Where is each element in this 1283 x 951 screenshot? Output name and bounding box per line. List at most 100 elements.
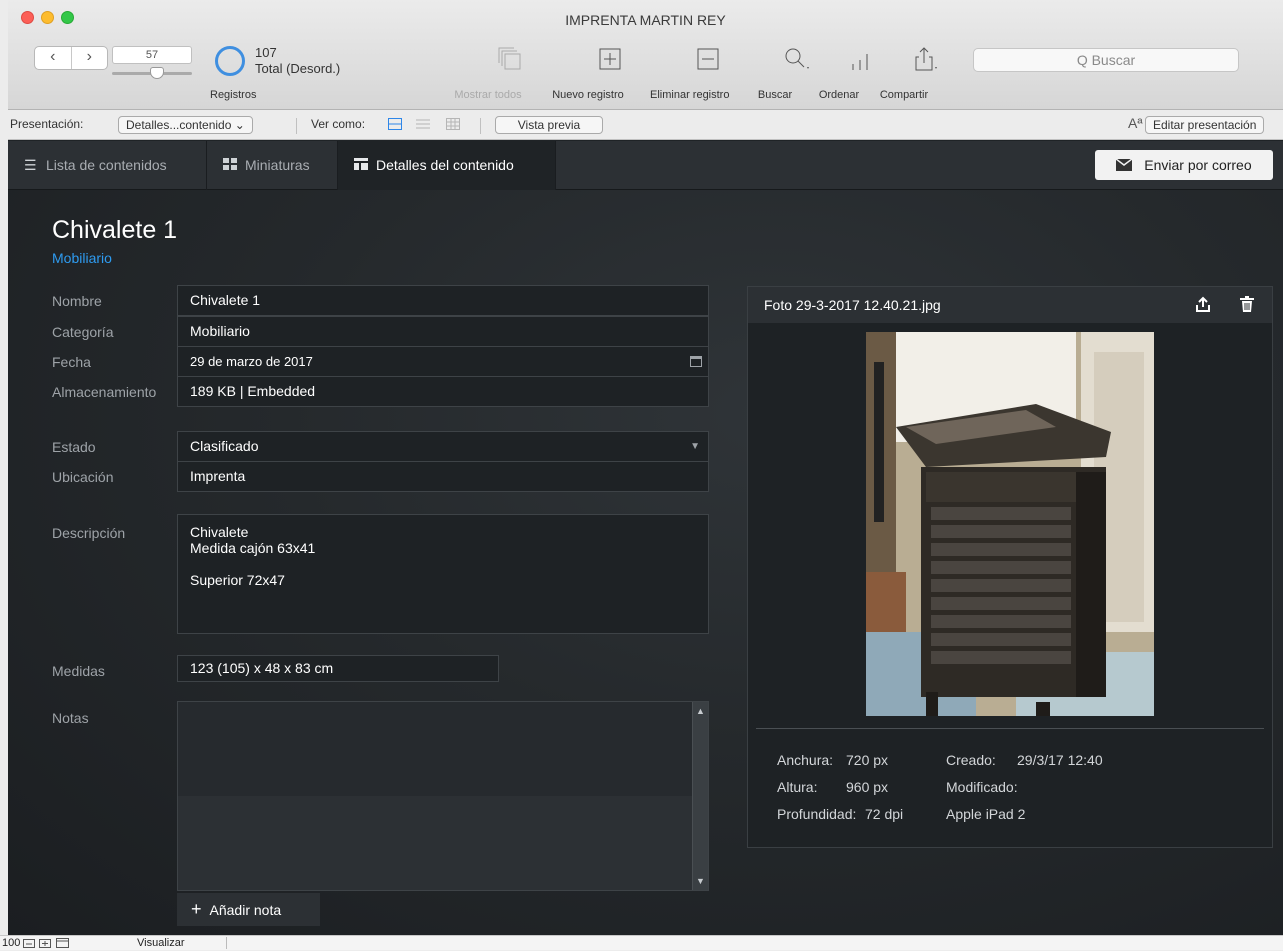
- height-value: 960 px: [846, 779, 889, 795]
- next-record-button[interactable]: ›: [72, 47, 108, 69]
- scroll-down-icon[interactable]: ▼: [696, 876, 705, 886]
- measurements-label: Medidas: [52, 663, 105, 679]
- app-window: IMPRENTA MARTIN REY ‹ › 57 107 Total (De…: [8, 0, 1283, 935]
- previous-record-button[interactable]: ‹: [35, 47, 72, 69]
- category-label: Categoría: [52, 324, 114, 340]
- form-view-icon[interactable]: [388, 118, 402, 133]
- plus-icon: +: [191, 899, 202, 919]
- show-all-button[interactable]: Mostrar todos: [454, 46, 528, 101]
- created-label: Creado:: [946, 752, 996, 768]
- device-value: Apple iPad 2: [946, 806, 1026, 822]
- status-label: Estado: [52, 439, 96, 455]
- dropdown-arrow-icon: ▼: [690, 441, 700, 452]
- notes-label: Notas: [52, 710, 89, 726]
- divider: [480, 118, 481, 134]
- location-label: Ubicación: [52, 469, 114, 485]
- new-record-button[interactable]: Nuevo registro: [552, 46, 628, 101]
- storage-field: 189 KB | Embedded: [177, 376, 709, 407]
- view-as-label: Ver como:: [311, 117, 366, 131]
- sort-bars-icon: [843, 46, 879, 78]
- tab-thumbnails[interactable]: Miniaturas: [207, 141, 338, 190]
- divider: [756, 728, 1264, 729]
- layout-select[interactable]: Detalles...contenido ⌄: [118, 116, 253, 134]
- chevron-down-icon: ⌄: [234, 118, 245, 132]
- record-detail: Chivalete 1 Mobiliario Nombre Chivalete …: [8, 190, 1283, 935]
- date-label: Fecha: [52, 354, 91, 370]
- created-value: 29/3/17 12:40: [1017, 752, 1103, 768]
- search-input[interactable]: Q Buscar: [973, 48, 1239, 72]
- depth-value: 72 dpi: [865, 806, 904, 822]
- toggle-toolbar-icon[interactable]: [56, 938, 69, 951]
- share-button[interactable]: Compartir: [880, 46, 944, 101]
- modified-label: Modificado:: [946, 779, 1018, 795]
- share-icon: [908, 46, 944, 78]
- font-size-icon[interactable]: Aª: [1128, 115, 1143, 131]
- notes-scrollbar[interactable]: ▲ ▼: [692, 702, 708, 890]
- status-bar: 100 Visualizar: [0, 935, 1283, 950]
- height-label: Altura:: [777, 779, 818, 795]
- delete-record-button[interactable]: Eliminar registro: [650, 46, 729, 101]
- name-field[interactable]: Chivalete 1: [177, 285, 709, 316]
- record-navigation: ‹ ›: [34, 46, 108, 70]
- description-label: Descripción: [52, 525, 126, 541]
- toolbar: IMPRENTA MARTIN REY ‹ › 57 107 Total (De…: [8, 0, 1283, 110]
- measurements-field[interactable]: 123 (105) x 48 x 83 cm: [177, 655, 499, 682]
- description-field[interactable]: Chivalete Medida cajón 63x41 Superior 72…: [177, 514, 709, 634]
- name-label: Nombre: [52, 293, 102, 309]
- show-all-icon: [492, 46, 528, 78]
- tab-content-list[interactable]: ☰ Lista de contenidos: [8, 141, 207, 190]
- record-category-link[interactable]: Mobiliario: [52, 250, 112, 266]
- layout-label: Presentación:: [10, 117, 84, 131]
- preview-button[interactable]: Vista previa: [495, 116, 603, 134]
- photo-image[interactable]: [866, 332, 1154, 716]
- category-field[interactable]: Mobiliario: [177, 316, 709, 347]
- grid-icon: [223, 141, 245, 190]
- table-view-icon[interactable]: [446, 118, 460, 133]
- total-records-count: 107: [255, 45, 277, 60]
- trash-icon[interactable]: [1240, 287, 1254, 323]
- record-count-pie-icon: [215, 46, 245, 76]
- storage-label: Almacenamiento: [52, 384, 157, 400]
- magnifier-icon: [779, 46, 815, 78]
- note-row: [178, 796, 692, 890]
- list-view-icon[interactable]: [416, 118, 430, 133]
- find-button[interactable]: Buscar: [758, 46, 815, 101]
- zoom-level[interactable]: 100: [2, 937, 20, 949]
- view-tabs: ☰ Lista de contenidos Miniaturas Detalles…: [8, 141, 1283, 190]
- envelope-icon: [1115, 157, 1144, 173]
- divider: [226, 937, 227, 949]
- width-label: Anchura:: [777, 752, 834, 768]
- sort-button[interactable]: Ordenar: [819, 46, 879, 101]
- edit-layout-button[interactable]: Editar presentación: [1145, 116, 1265, 134]
- zoom-in-icon[interactable]: [39, 939, 51, 951]
- tab-content-details[interactable]: Detalles del contenido: [338, 141, 556, 190]
- depth-label: Profundidad:: [777, 806, 857, 822]
- photo-panel: Foto 29-3-2017 12.40.21.jpg Anchura: 720…: [747, 286, 1273, 848]
- layout-bar: Presentación: Detalles...contenido ⌄ Ver…: [8, 110, 1283, 140]
- date-field[interactable]: 29 de marzo de 2017: [177, 346, 709, 377]
- record-slider-knob[interactable]: [150, 67, 164, 79]
- status-dropdown[interactable]: Clasificado ▼: [177, 431, 709, 462]
- window-title: IMPRENTA MARTIN REY: [565, 12, 726, 28]
- photo-header: Foto 29-3-2017 12.40.21.jpg: [748, 287, 1272, 323]
- send-email-button[interactable]: Enviar por correo: [1095, 150, 1273, 180]
- records-label: Registros: [210, 89, 257, 101]
- scroll-up-icon[interactable]: ▲: [696, 706, 705, 716]
- minus-box-icon: [690, 46, 726, 78]
- record-title: Chivalete 1: [52, 216, 178, 244]
- list-icon: ☰: [24, 157, 37, 173]
- export-icon[interactable]: [1195, 287, 1211, 323]
- add-note-button[interactable]: + Añadir nota: [177, 893, 320, 926]
- calendar-icon[interactable]: [690, 356, 702, 367]
- width-value: 720 px: [846, 752, 889, 768]
- location-field[interactable]: Imprenta: [177, 461, 709, 492]
- details-layout-icon: [354, 141, 376, 190]
- divider: [296, 118, 297, 134]
- mode-label[interactable]: Visualizar: [137, 937, 185, 949]
- photo-filename: Foto 29-3-2017 12.40.21.jpg: [764, 297, 941, 313]
- zoom-out-icon[interactable]: [23, 939, 35, 951]
- total-records-label: Total (Desord.): [255, 61, 341, 76]
- plus-box-icon: [592, 46, 628, 78]
- notes-list[interactable]: ▲ ▼: [177, 701, 709, 891]
- current-record-field[interactable]: 57: [112, 46, 192, 64]
